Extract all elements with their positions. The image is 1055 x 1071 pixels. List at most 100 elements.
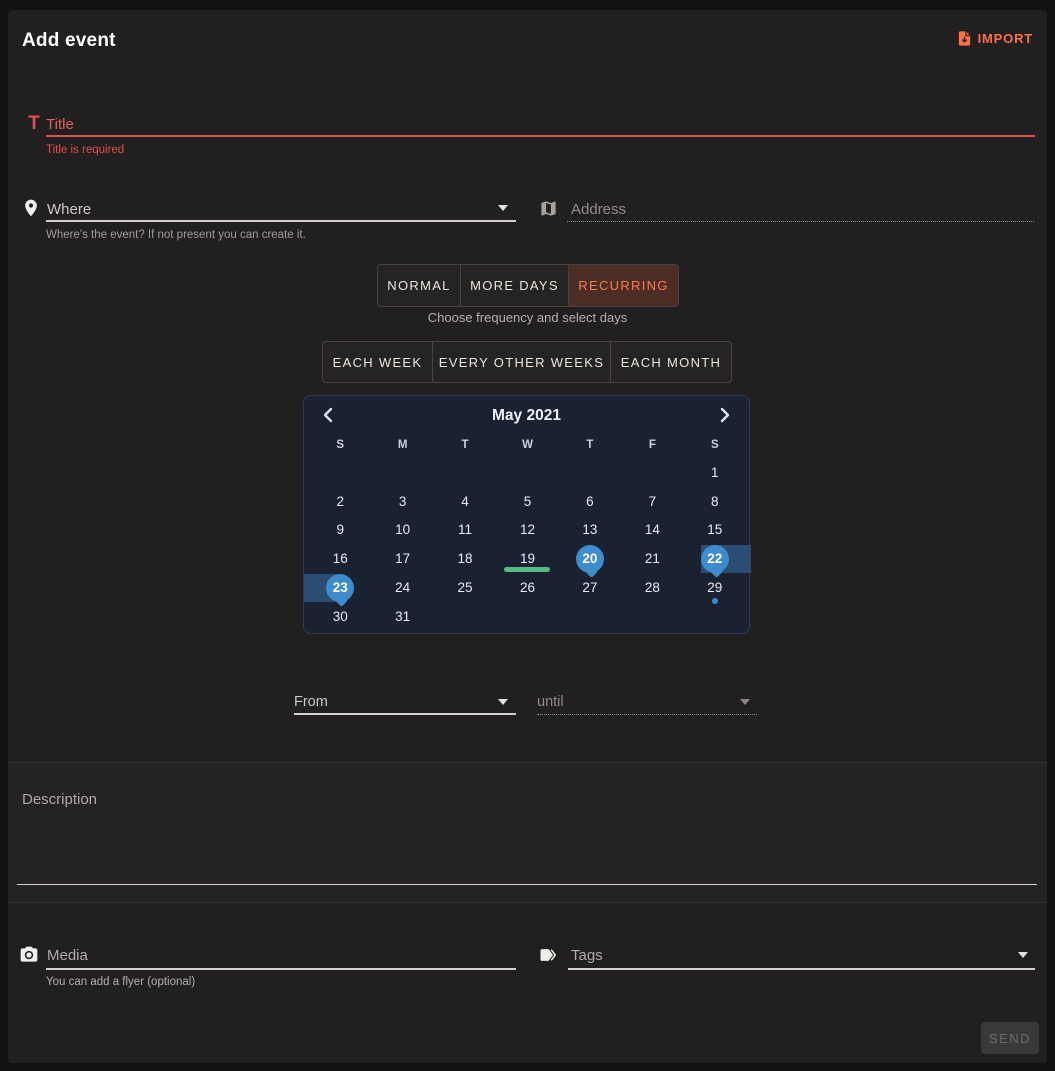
day-number: 4 (461, 494, 469, 509)
frequency-hint: Choose frequency and select days (8, 310, 1047, 325)
calendar-day[interactable]: 8 (684, 487, 746, 516)
calendar-day[interactable]: 22 (684, 544, 746, 573)
tab-more-days[interactable]: MORE DAYS (461, 265, 569, 306)
calendar-day[interactable]: 17 (371, 544, 433, 573)
day-number: 20 (582, 551, 597, 566)
from-caret-icon[interactable] (498, 699, 508, 705)
day-number: 3 (399, 494, 407, 509)
day-number: 9 (336, 522, 344, 537)
calendar-day[interactable]: 6 (559, 487, 621, 516)
day-number: 26 (520, 580, 535, 595)
calendar-day[interactable]: 31 (371, 602, 433, 631)
day-number: 7 (649, 494, 657, 509)
calendar-day[interactable]: 28 (621, 573, 683, 602)
calendar-day[interactable]: 1 (684, 458, 746, 487)
calendar-day[interactable]: 11 (434, 516, 496, 545)
tab-every-other-weeks[interactable]: EVERY OTHER WEEKS (433, 342, 611, 382)
calendar-day[interactable]: 27 (559, 573, 621, 602)
day-number: 11 (458, 522, 472, 537)
calendar-day[interactable]: 13 (559, 516, 621, 545)
calendar-day[interactable]: 4 (434, 487, 496, 516)
where-caret-icon[interactable] (498, 205, 508, 211)
calendar-day[interactable]: 15 (684, 516, 746, 545)
calendar-day[interactable]: 26 (496, 573, 558, 602)
calendar-day-grid: 1 2 3 4 5 6 7 8 9 10 11 12 13 14 15 16 1… (309, 458, 746, 631)
day-number: 25 (458, 580, 473, 595)
day-number: 15 (707, 522, 722, 537)
weekday-label: S (309, 434, 371, 456)
calendar-day[interactable]: 16 (309, 544, 371, 573)
green-underline-marker (504, 567, 550, 572)
address-input[interactable]: Address (571, 201, 626, 218)
import-file-icon (956, 30, 973, 47)
tab-normal[interactable]: NORMAL (378, 265, 461, 306)
calendar-weekday-row: S M T W T F S (309, 434, 746, 456)
tab-each-week[interactable]: EACH WEEK (323, 342, 433, 382)
calendar-day[interactable]: 19 (496, 544, 558, 573)
calendar-month-label: May 2021 (304, 407, 749, 425)
import-button[interactable]: IMPORT (956, 30, 1033, 47)
calendar-day[interactable]: 24 (371, 573, 433, 602)
calendar-empty-cell (496, 458, 558, 487)
section-divider (8, 902, 1047, 903)
add-event-card: Add event IMPORT T Title Title is requir… (8, 10, 1047, 1063)
calendar-day[interactable]: 18 (434, 544, 496, 573)
media-underline (46, 968, 516, 970)
tab-recurring[interactable]: RECURRING (569, 265, 678, 306)
description-section (8, 762, 1047, 902)
from-time-select[interactable]: From (294, 694, 328, 710)
calendar-day[interactable]: 29 (684, 573, 746, 602)
until-time-select[interactable]: until (537, 694, 564, 710)
day-number: 23 (333, 580, 348, 595)
day-number: 29 (707, 580, 722, 595)
calendar-day[interactable]: 21 (621, 544, 683, 573)
calendar-day[interactable]: 7 (621, 487, 683, 516)
calendar-day[interactable]: 9 (309, 516, 371, 545)
calendar-day[interactable]: 2 (309, 487, 371, 516)
map-icon (539, 199, 558, 223)
calendar-day[interactable]: 25 (434, 573, 496, 602)
tags-caret-icon[interactable] (1018, 952, 1028, 958)
calendar-empty-cell (434, 602, 496, 631)
media-helper: You can add a flyer (optional) (46, 976, 195, 988)
calendar-day[interactable]: 12 (496, 516, 558, 545)
location-pin-icon (21, 198, 41, 223)
title-underline (46, 135, 1035, 137)
day-number: 10 (395, 522, 410, 537)
import-label: IMPORT (978, 31, 1033, 46)
send-button[interactable]: SEND (981, 1022, 1039, 1054)
page: Add event IMPORT T Title Title is requir… (0, 0, 1055, 1071)
title-input[interactable]: Title (46, 116, 74, 133)
until-underline (537, 714, 757, 715)
day-number: 24 (395, 580, 410, 595)
until-caret-icon (740, 699, 750, 705)
calendar-day[interactable]: 5 (496, 487, 558, 516)
from-underline (294, 713, 516, 715)
tab-each-month[interactable]: EACH MONTH (611, 342, 731, 382)
event-dot-marker (712, 598, 718, 604)
day-number: 16 (333, 551, 348, 566)
calendar-empty-cell (559, 602, 621, 631)
frequency-toggle-group: EACH WEEK EVERY OTHER WEEKS EACH MONTH (322, 341, 732, 383)
event-mode-toggle-group: NORMAL MORE DAYS RECURRING (377, 264, 679, 307)
media-input[interactable]: Media (47, 947, 88, 964)
weekday-label: F (621, 434, 683, 456)
calendar-day[interactable]: 23 (309, 573, 371, 602)
tags-select[interactable]: Tags (571, 947, 603, 964)
weekday-label: W (496, 434, 558, 456)
day-number: 5 (524, 494, 532, 509)
day-number: 19 (520, 551, 535, 566)
calendar-day[interactable]: 10 (371, 516, 433, 545)
weekday-label: T (434, 434, 496, 456)
day-number: 6 (586, 494, 594, 509)
where-helper: Where's the event? If not present you ca… (46, 229, 306, 241)
description-textarea[interactable]: Description (22, 791, 97, 808)
where-select[interactable]: Where (47, 201, 91, 218)
calendar-day[interactable]: 20 (559, 544, 621, 573)
calendar-day[interactable]: 3 (371, 487, 433, 516)
title-icon: T (22, 113, 46, 135)
calendar-day[interactable]: 14 (621, 516, 683, 545)
day-number: 1 (711, 465, 719, 480)
calendar-empty-cell (559, 458, 621, 487)
calendar-next-button[interactable] (713, 403, 737, 427)
